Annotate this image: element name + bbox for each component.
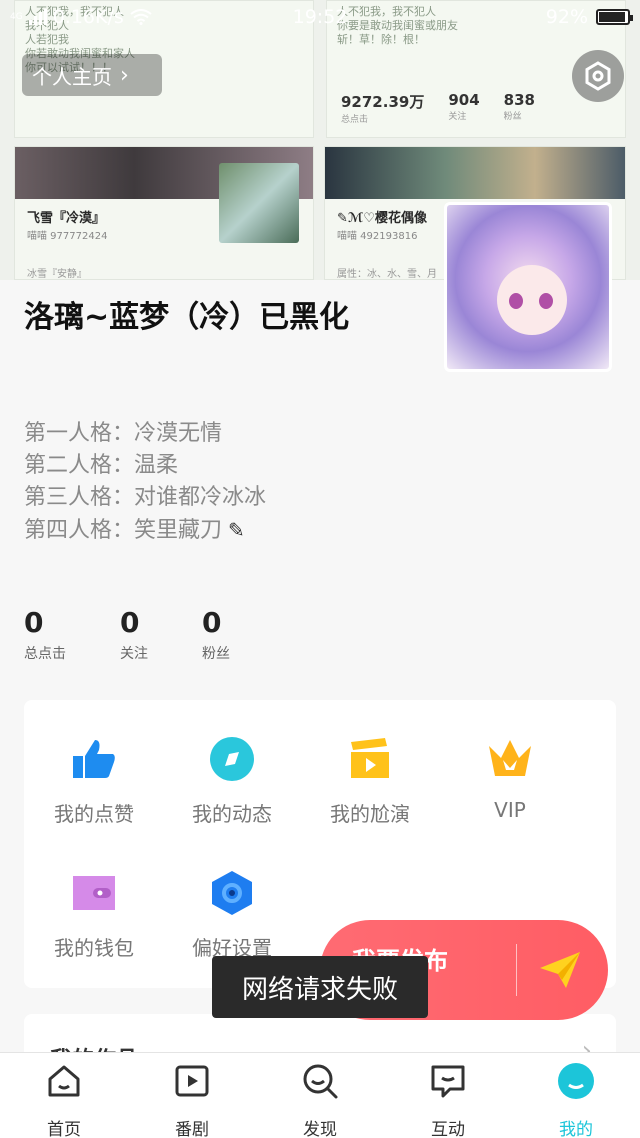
function-label: 我的动态 bbox=[192, 802, 272, 826]
banner-stat: 838 粉丝 bbox=[504, 91, 535, 125]
chevron-right-icon: › bbox=[120, 62, 129, 88]
status-right: 92% bbox=[545, 6, 633, 28]
banner-photo-sub: 属性：冰、水、雪、月 bbox=[337, 269, 437, 280]
banner-stat-label: 关注 bbox=[448, 112, 467, 122]
bio-line: 第一人格：冷漠无情 bbox=[24, 421, 223, 446]
banner-photo-name: 飞雪『冷漠』 bbox=[27, 211, 106, 226]
avatar[interactable] bbox=[444, 202, 612, 372]
banner-photo-strip bbox=[325, 147, 625, 199]
status-time: 19:52 bbox=[292, 6, 348, 28]
function-my-acting[interactable]: 我的尬演 bbox=[300, 736, 440, 827]
counter-label: 粉丝 bbox=[202, 646, 230, 662]
counter-total-clicks[interactable]: 0 总点击 bbox=[24, 606, 66, 663]
counter-value: 0 bbox=[120, 606, 140, 639]
wallet-icon bbox=[71, 870, 117, 916]
crown-icon bbox=[487, 736, 533, 782]
banner-stat: 9272.39万总点击 bbox=[341, 91, 424, 125]
nav-anime[interactable]: 番剧 bbox=[128, 1061, 256, 1138]
publish-divider bbox=[516, 944, 517, 996]
nickname: 洛璃~蓝梦（冷）已黑化 bbox=[24, 300, 350, 335]
battery-percent: 92% bbox=[545, 6, 588, 28]
nav-label: 我的 bbox=[559, 1120, 593, 1138]
counter-value: 0 bbox=[24, 606, 44, 639]
discover-icon bbox=[303, 1064, 338, 1099]
thumbs-up-icon bbox=[71, 736, 117, 782]
bio-line: 第二人格：温柔 bbox=[24, 453, 179, 478]
play-icon bbox=[175, 1065, 209, 1097]
hex-settings-icon bbox=[209, 870, 255, 916]
function-my-posts[interactable]: 我的动态 bbox=[162, 736, 302, 827]
bottom-nav: 首页 番剧 发现 互动 我的 bbox=[0, 1052, 640, 1138]
banner-photo-sub: 冰雪『安静』 bbox=[27, 269, 87, 280]
banner-photo-name: ✎ℳ♡樱花偶像 bbox=[337, 211, 427, 226]
bio-line: 第四人格：笑里藏刀 bbox=[24, 518, 223, 543]
status-bar: 4G 0.16K/s 19:52 92% bbox=[0, 0, 640, 34]
banner-stat: 904 关注 bbox=[448, 91, 479, 125]
counter-label: 关注 bbox=[120, 646, 148, 662]
banner-stat-value: 904 bbox=[448, 91, 480, 109]
chat-icon bbox=[431, 1065, 465, 1098]
avatar-face bbox=[497, 265, 567, 335]
banner-photo-id: 喵喵 492193816 bbox=[337, 231, 418, 242]
counter-value: 0 bbox=[202, 606, 222, 639]
function-my-likes[interactable]: 我的点赞 bbox=[24, 736, 164, 827]
function-my-wallet[interactable]: 我的钱包 bbox=[24, 870, 164, 961]
toast-message: 网络请求失败 bbox=[212, 956, 428, 1018]
nav-label: 互动 bbox=[431, 1120, 465, 1138]
nav-mine[interactable]: 我的 bbox=[512, 1061, 640, 1138]
hex-settings-icon bbox=[585, 61, 611, 91]
banner-stat-label: 总点击 bbox=[341, 115, 369, 125]
banner-stat-value: 838 bbox=[503, 91, 535, 109]
banner-line: 人若犯我 bbox=[25, 33, 69, 46]
banner-stat-value: 9272.39万 bbox=[341, 93, 425, 111]
nav-label: 发现 bbox=[303, 1120, 337, 1138]
profile-counters: 0 总点击 0 关注 0 粉丝 bbox=[24, 606, 230, 663]
function-label: 我的钱包 bbox=[54, 936, 134, 960]
settings-button[interactable] bbox=[572, 50, 624, 102]
function-label: VIP bbox=[494, 798, 526, 822]
banner-thumbnail bbox=[219, 163, 299, 243]
compass-icon bbox=[209, 736, 255, 782]
nav-label: 番剧 bbox=[175, 1120, 209, 1138]
function-preferences[interactable]: 偏好设置 bbox=[162, 870, 302, 961]
profile-icon bbox=[558, 1063, 594, 1099]
avatar-eye bbox=[509, 293, 523, 309]
function-vip[interactable]: VIP bbox=[440, 736, 580, 822]
edit-pencil-icon[interactable]: ✎ bbox=[228, 514, 245, 546]
nav-home[interactable]: 首页 bbox=[0, 1061, 128, 1138]
bio-line-with-edit: 第四人格：笑里藏刀 ✎ bbox=[24, 514, 266, 547]
bio[interactable]: 第一人格：冷漠无情 第二人格：温柔 第三人格：对谁都冷冰冰 第四人格：笑里藏刀 ✎ bbox=[24, 418, 266, 547]
paper-plane-icon bbox=[540, 952, 580, 988]
personal-homepage-button[interactable]: 个人主页 › bbox=[22, 54, 162, 96]
counter-followers[interactable]: 0 粉丝 bbox=[202, 606, 230, 663]
clapperboard-icon bbox=[347, 736, 393, 782]
banner-photo-left: 飞雪『冷漠』 喵喵 977772424 冰雪『安静』 bbox=[14, 146, 314, 280]
banner-line: 斩！草！除！根！ bbox=[337, 33, 425, 46]
function-label: 我的尬演 bbox=[330, 802, 410, 826]
home-icon bbox=[48, 1065, 80, 1097]
counter-label: 总点击 bbox=[24, 646, 66, 662]
personal-homepage-label: 个人主页 bbox=[32, 64, 112, 89]
bio-line: 第三人格：对谁都冷冰冰 bbox=[24, 485, 267, 510]
counter-following[interactable]: 0 关注 bbox=[120, 606, 148, 663]
nav-label: 首页 bbox=[47, 1120, 81, 1138]
avatar-eye bbox=[539, 293, 553, 309]
nav-discover[interactable]: 发现 bbox=[256, 1061, 384, 1138]
function-label: 我的点赞 bbox=[54, 802, 134, 826]
nav-interact[interactable]: 互动 bbox=[384, 1061, 512, 1138]
banner-photo-id: 喵喵 977772424 bbox=[27, 231, 108, 242]
battery-icon bbox=[596, 9, 633, 25]
banner-stats: 9272.39万总点击 904 关注 838 粉丝 bbox=[341, 91, 535, 125]
banner-stat-label: 粉丝 bbox=[503, 112, 522, 122]
